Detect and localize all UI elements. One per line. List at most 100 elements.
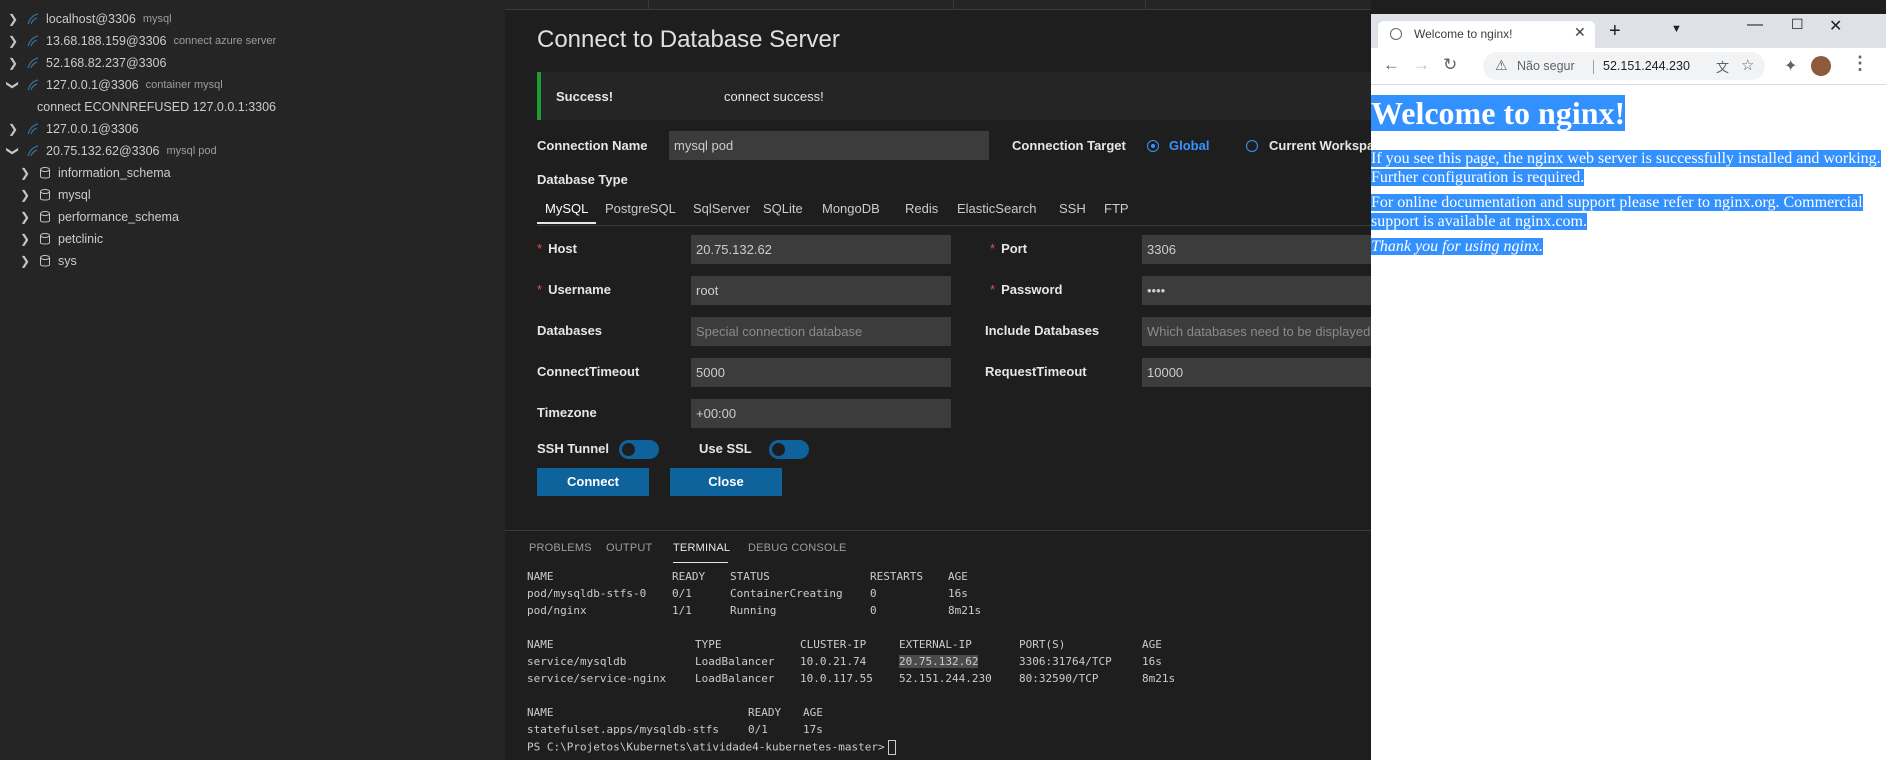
terminal-cell: EXTERNAL-IP xyxy=(899,638,972,651)
terminal-cell: 0/1 xyxy=(748,723,768,736)
chevron-right-icon[interactable]: ❯ xyxy=(18,166,32,180)
address-bar[interactable]: ⚠ Não segur 52.151.244.230 文 ☆ xyxy=(1483,52,1765,80)
tab-terminal[interactable]: TERMINAL xyxy=(673,542,730,554)
tree-item-connection[interactable]: ❯ 127.0.0.1@3306 xyxy=(6,118,139,140)
radio-current-workspace[interactable] xyxy=(1246,140,1258,152)
databases-input[interactable]: Special connection database xyxy=(691,317,951,346)
terminal-cell: 16s xyxy=(948,587,968,600)
forward-icon[interactable]: → xyxy=(1413,55,1430,75)
radio-global-label[interactable]: Global xyxy=(1169,138,1209,153)
terminal-cell: pod/nginx xyxy=(527,604,587,617)
connection-name: 127.0.0.1@3306 xyxy=(46,78,139,92)
new-tab-icon[interactable]: + xyxy=(1609,20,1621,43)
tree-item-database[interactable]: ❯ information_schema xyxy=(18,162,171,184)
mysql-icon xyxy=(27,35,39,47)
reload-icon[interactable]: ↻ xyxy=(1443,55,1457,75)
tab-output[interactable]: OUTPUT xyxy=(606,542,652,554)
chevron-right-icon[interactable]: ❯ xyxy=(18,210,32,224)
host-input[interactable]: 20.75.132.62 xyxy=(691,235,951,264)
browser-tab-title: Welcome to nginx! xyxy=(1414,27,1513,41)
maximize-icon[interactable]: ☐ xyxy=(1791,16,1804,33)
chevron-down-icon[interactable]: ❯ xyxy=(6,144,20,158)
close-button[interactable]: Close xyxy=(670,468,782,496)
tab-ssh[interactable]: SSH xyxy=(1059,201,1086,216)
tree-item-connection[interactable]: ❯ localhost@3306 mysql xyxy=(6,8,172,30)
database-icon xyxy=(40,189,50,201)
chevron-right-icon[interactable]: ❯ xyxy=(18,254,32,268)
tab-problems[interactable]: PROBLEMS xyxy=(529,542,592,554)
tab-postgresql[interactable]: PostgreSQL xyxy=(605,201,676,216)
chevron-right-icon[interactable]: ❯ xyxy=(18,232,32,246)
bookmark-star-icon[interactable]: ☆ xyxy=(1741,56,1754,74)
port-input[interactable]: 3306 xyxy=(1142,235,1371,264)
terminal-cell: NAME xyxy=(527,638,554,651)
terminal-cell: 52.151.244.230 xyxy=(899,672,992,685)
avatar[interactable] xyxy=(1811,56,1831,76)
username-label: * Username xyxy=(537,282,611,297)
tree-item-database[interactable]: ❯ mysql xyxy=(18,184,91,206)
terminal-cell: pod/mysqldb-stfs-0 xyxy=(527,587,647,600)
chevron-down-icon[interactable]: ❯ xyxy=(6,78,20,92)
tab-elasticsearch[interactable]: ElasticSearch xyxy=(957,201,1036,216)
tab-redis[interactable]: Redis xyxy=(905,201,938,216)
tab-ftp[interactable]: FTP xyxy=(1104,201,1129,216)
radio-current-workspace-label[interactable]: Current Workspace xyxy=(1269,138,1371,153)
tree-item-connection[interactable]: ❯ 13.68.188.159@3306 connect azure serve… xyxy=(6,30,276,52)
tab-sqlite[interactable]: SQLite xyxy=(763,201,803,216)
close-window-icon[interactable]: ✕ xyxy=(1829,16,1842,36)
browser-tab[interactable]: Welcome to nginx! ✕ xyxy=(1378,21,1595,48)
success-label: Success! xyxy=(556,89,614,104)
databases-label: Databases xyxy=(537,323,603,338)
chevron-right-icon[interactable]: ❯ xyxy=(6,56,20,70)
terminal-cell: AGE xyxy=(1142,638,1162,651)
warning-icon[interactable]: ⚠ xyxy=(1495,57,1508,74)
tree-error-message: connect ECONNREFUSED 127.0.0.1:3306 xyxy=(37,96,276,118)
tab-search-icon[interactable]: ▼ xyxy=(1671,23,1682,35)
tree-item-connection[interactable]: ❯ 52.168.82.237@3306 xyxy=(6,52,166,74)
database-name: mysql xyxy=(58,188,91,202)
terminal-prompt[interactable]: PS C:\Projetos\Kubernets\atividade4-kube… xyxy=(527,740,896,755)
database-icon xyxy=(40,255,50,267)
request-timeout-input[interactable]: 10000 xyxy=(1142,358,1371,387)
password-label: * Password xyxy=(990,282,1063,297)
ssh-tunnel-toggle[interactable] xyxy=(619,440,659,459)
tree-item-database[interactable]: ❯ petclinic xyxy=(18,228,103,250)
username-input[interactable]: root xyxy=(691,276,951,305)
tab-sqlserver[interactable]: SqlServer xyxy=(693,201,750,216)
tab-mongodb[interactable]: MongoDB xyxy=(822,201,880,216)
connection-description: connect azure server xyxy=(173,35,277,47)
password-input[interactable]: •••• xyxy=(1142,276,1371,305)
database-type-label: Database Type xyxy=(537,172,628,187)
chevron-right-icon[interactable]: ❯ xyxy=(6,12,20,26)
use-ssl-toggle[interactable] xyxy=(769,440,809,459)
back-icon[interactable]: ← xyxy=(1383,55,1400,75)
translate-icon[interactable]: 文 xyxy=(1716,57,1729,76)
extensions-icon[interactable]: ✦ xyxy=(1784,56,1797,76)
close-icon[interactable]: ✕ xyxy=(1574,24,1586,41)
terminal-cell: 80:32590/TCP xyxy=(1019,672,1099,685)
tree-item-connection[interactable]: ❯ 20.75.132.62@3306 mysql pod xyxy=(6,140,217,162)
menu-icon[interactable]: ⋮ xyxy=(1851,53,1869,74)
connection-name-input[interactable]: mysql pod xyxy=(669,131,989,160)
minimize-icon[interactable]: — xyxy=(1747,16,1763,34)
url-text[interactable]: 52.151.244.230 xyxy=(1603,59,1690,73)
tree-item-database[interactable]: ❯ sys xyxy=(18,250,77,272)
tab-mysql[interactable]: MySQL xyxy=(545,201,588,216)
mysql-icon xyxy=(27,123,39,135)
chevron-right-icon[interactable]: ❯ xyxy=(6,34,20,48)
tab-debug-console[interactable]: DEBUG CONSOLE xyxy=(748,542,847,554)
include-databases-input[interactable]: Which databases need to be displayed xyxy=(1142,317,1371,346)
chevron-right-icon[interactable]: ❯ xyxy=(18,188,32,202)
connect-button[interactable]: Connect xyxy=(537,468,649,496)
chevron-right-icon[interactable]: ❯ xyxy=(6,122,20,136)
radio-global[interactable] xyxy=(1147,140,1159,152)
tree-item-database[interactable]: ❯ performance_schema xyxy=(18,206,179,228)
mysql-icon xyxy=(27,145,39,157)
timezone-input[interactable]: +00:00 xyxy=(691,399,951,428)
connection-name: 127.0.0.1@3306 xyxy=(46,122,139,136)
tree-item-connection[interactable]: ❯ 127.0.0.1@3306 container mysql xyxy=(6,74,223,96)
terminal-cell: 0/1 xyxy=(672,587,692,600)
request-timeout-label: RequestTimeout xyxy=(985,364,1087,379)
connect-timeout-input[interactable]: 5000 xyxy=(691,358,951,387)
error-text: connect ECONNREFUSED 127.0.0.1:3306 xyxy=(37,100,277,114)
